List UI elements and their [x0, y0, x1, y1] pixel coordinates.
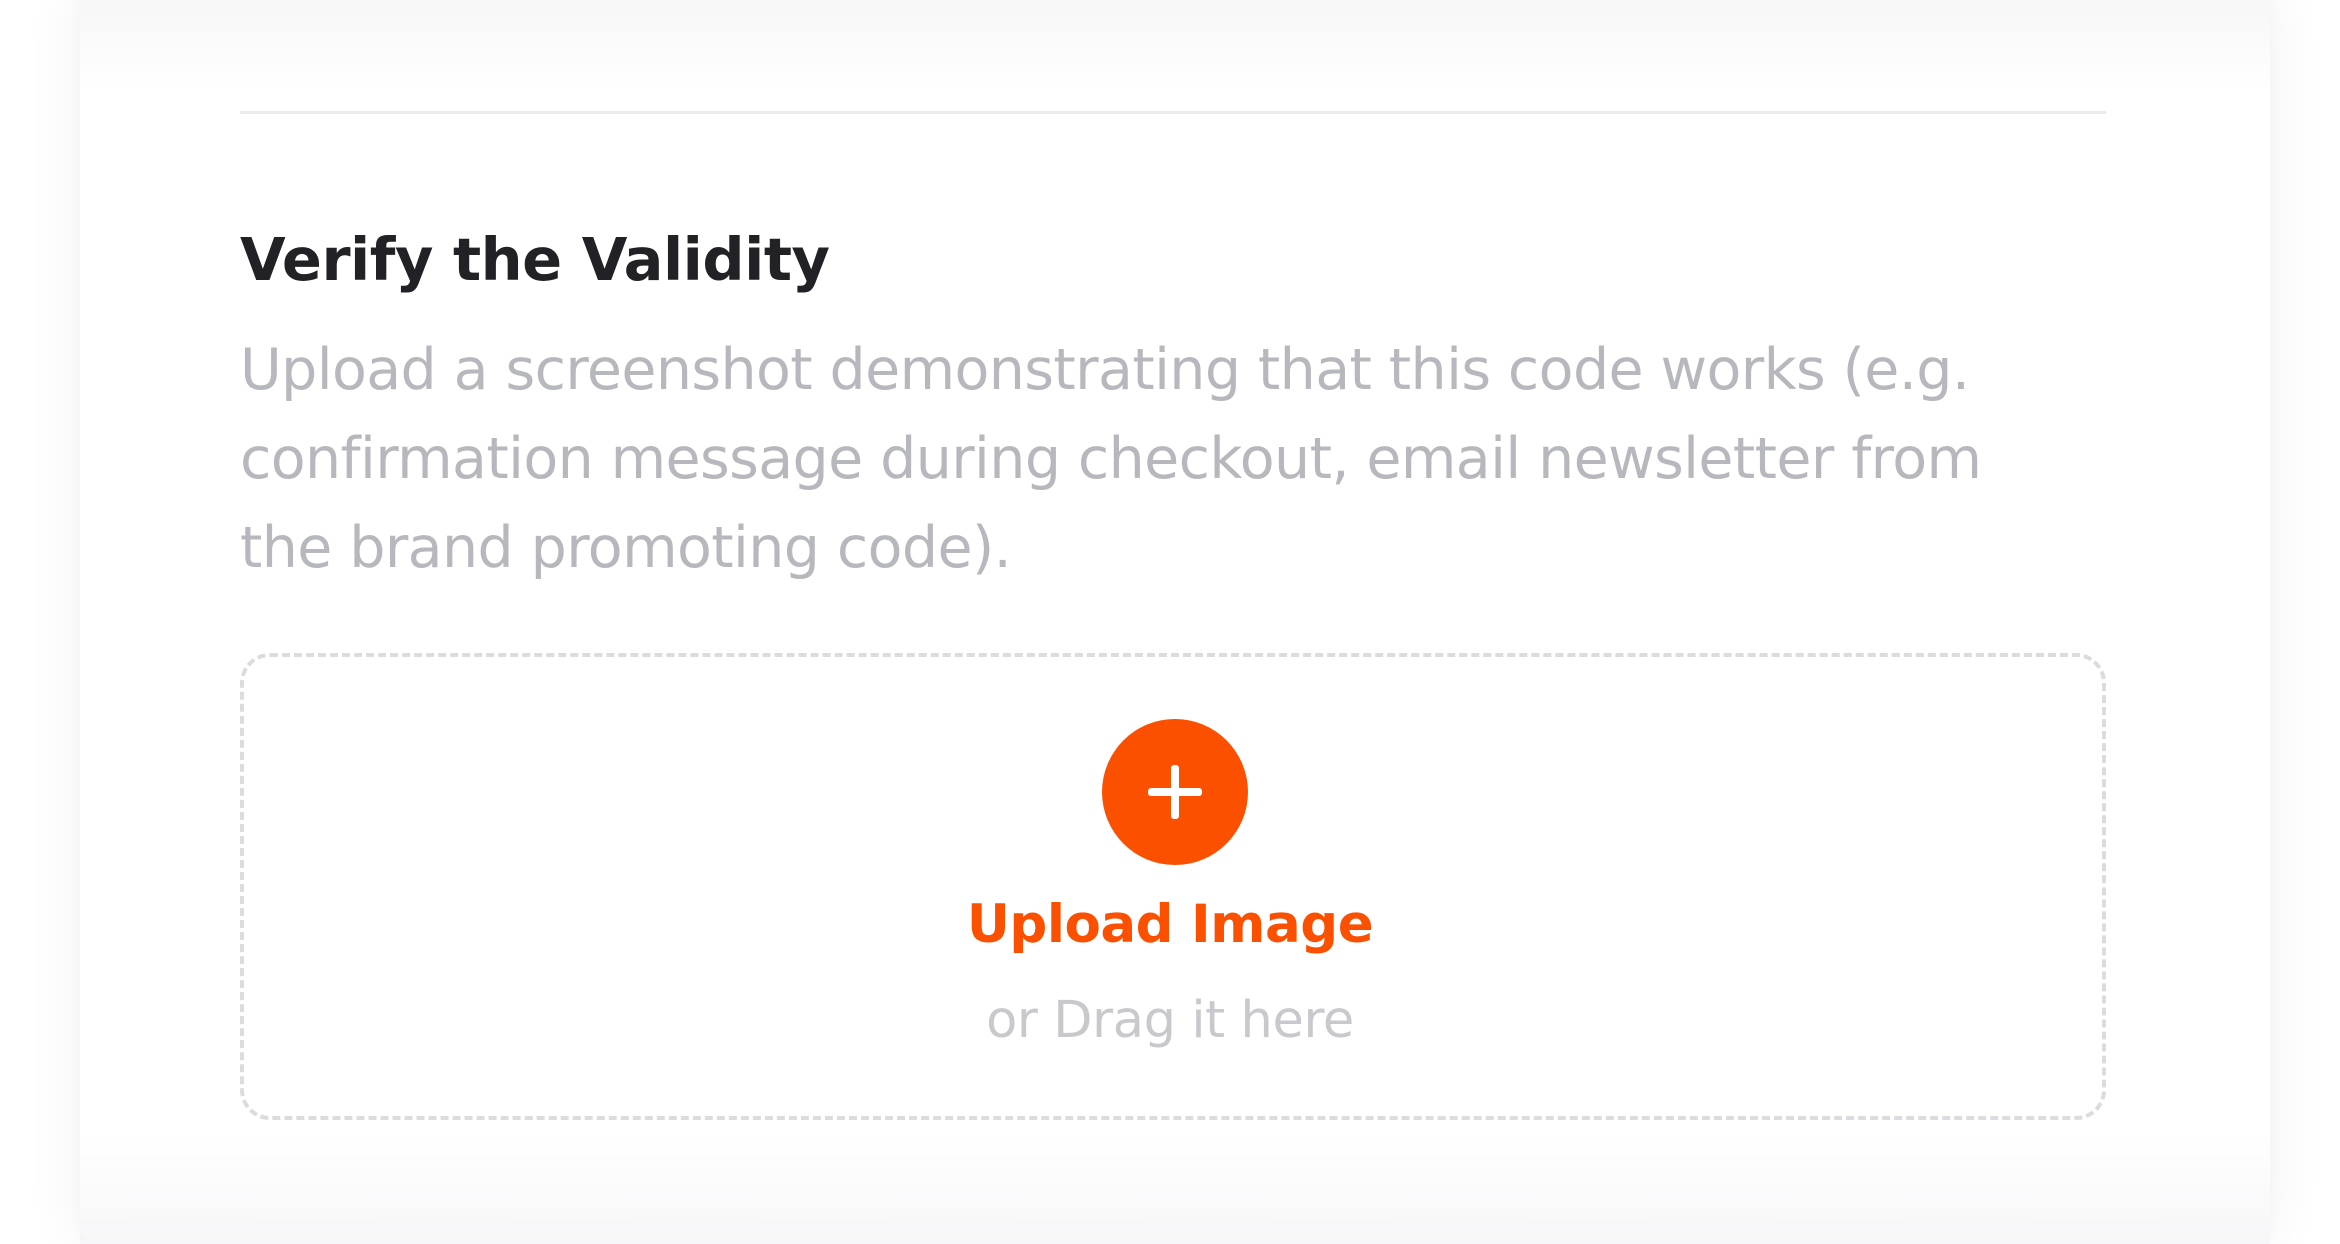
description-line: confirmation message during checkout, em…: [240, 426, 1982, 492]
upload-image-button[interactable]: [1102, 719, 1248, 865]
description-line: Upload a screenshot demonstrating that t…: [240, 337, 1970, 403]
section-title: Verify the Validity: [240, 225, 830, 294]
card-top-fade: [80, 0, 2270, 90]
description-line: the brand promoting code).: [240, 515, 1012, 581]
drag-hint: or Drag it here: [986, 991, 1354, 1050]
card-bottom-fade: [80, 1134, 2270, 1244]
section-description: Upload a screenshot demonstrating that t…: [240, 326, 2140, 593]
upload-image-label[interactable]: Upload Image: [0, 890, 2340, 960]
plus-icon: [1171, 765, 1179, 819]
section-divider: [240, 111, 2106, 114]
